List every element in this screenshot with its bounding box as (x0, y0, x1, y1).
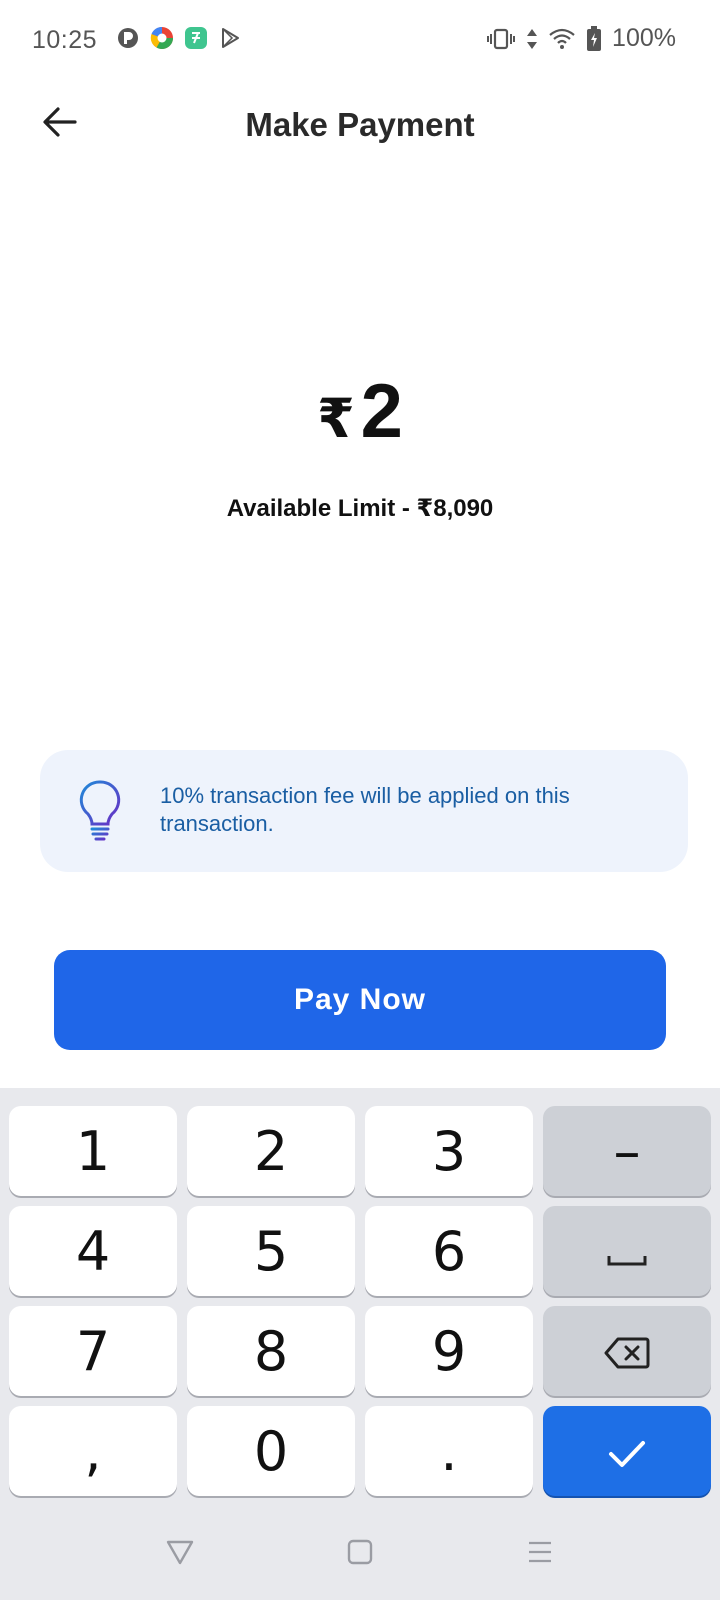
info-text: 10% transaction fee will be applied on t… (160, 783, 570, 836)
page-title: Make Payment (245, 106, 475, 143)
nav-menu-button[interactable] (518, 1532, 562, 1576)
money-app-icon (184, 26, 208, 50)
transaction-fee-notice: 10% transaction fee will be applied on t… (40, 750, 688, 872)
checkmark-icon (607, 1420, 647, 1483)
nav-back-button[interactable] (158, 1532, 202, 1576)
navigation-bar (0, 1510, 720, 1600)
key-backspace[interactable] (543, 1306, 711, 1396)
key-0[interactable]: 0 (187, 1406, 355, 1496)
key-7[interactable]: 7 (9, 1306, 177, 1396)
chrome-like-icon (150, 26, 174, 50)
pay-now-button[interactable]: Pay Now (54, 950, 666, 1050)
vibrate-icon (486, 27, 516, 51)
key-comma[interactable]: , (9, 1406, 177, 1496)
battery-charging-icon (586, 25, 602, 52)
status-app-icons (116, 26, 242, 50)
key-1[interactable]: 1 (9, 1106, 177, 1196)
header: Make Payment (0, 80, 720, 170)
key-done[interactable] (543, 1406, 711, 1496)
menu-lines-icon (526, 1538, 554, 1571)
pulse-icon (116, 26, 140, 50)
currency-symbol: ₹ (317, 389, 355, 449)
space-icon (607, 1220, 647, 1283)
key-period[interactable]: . (365, 1406, 533, 1496)
back-triangle-icon (165, 1538, 195, 1571)
home-square-icon (346, 1538, 374, 1571)
battery-percent: 100% (612, 24, 676, 52)
backspace-icon (604, 1320, 650, 1383)
key-space[interactable] (543, 1206, 711, 1296)
amount-value: 2 (360, 369, 403, 454)
key-2[interactable]: 2 (187, 1106, 355, 1196)
key-4[interactable]: 4 (9, 1206, 177, 1296)
status-bar: 10:25 100% (0, 0, 720, 80)
key-5[interactable]: 5 (187, 1206, 355, 1296)
key-3[interactable]: 3 (365, 1106, 533, 1196)
key-6[interactable]: 6 (365, 1206, 533, 1296)
wifi-icon (548, 27, 576, 51)
payment-screen: 10:25 100% Make Payment ₹ 2 Available Li… (0, 0, 720, 1600)
nav-home-button[interactable] (338, 1532, 382, 1576)
key-8[interactable]: 8 (187, 1306, 355, 1396)
data-arrows-icon (526, 27, 538, 51)
amount-display: ₹ 2 (0, 368, 720, 455)
key-9[interactable]: 9 (365, 1306, 533, 1396)
available-limit: Available Limit - ₹8,090 (226, 495, 494, 522)
play-store-icon (218, 26, 242, 50)
status-time: 10:25 (32, 26, 98, 54)
status-system-icons: 100% (486, 24, 676, 53)
lightbulb-icon (76, 778, 124, 842)
key-minus[interactable]: – (543, 1106, 711, 1196)
